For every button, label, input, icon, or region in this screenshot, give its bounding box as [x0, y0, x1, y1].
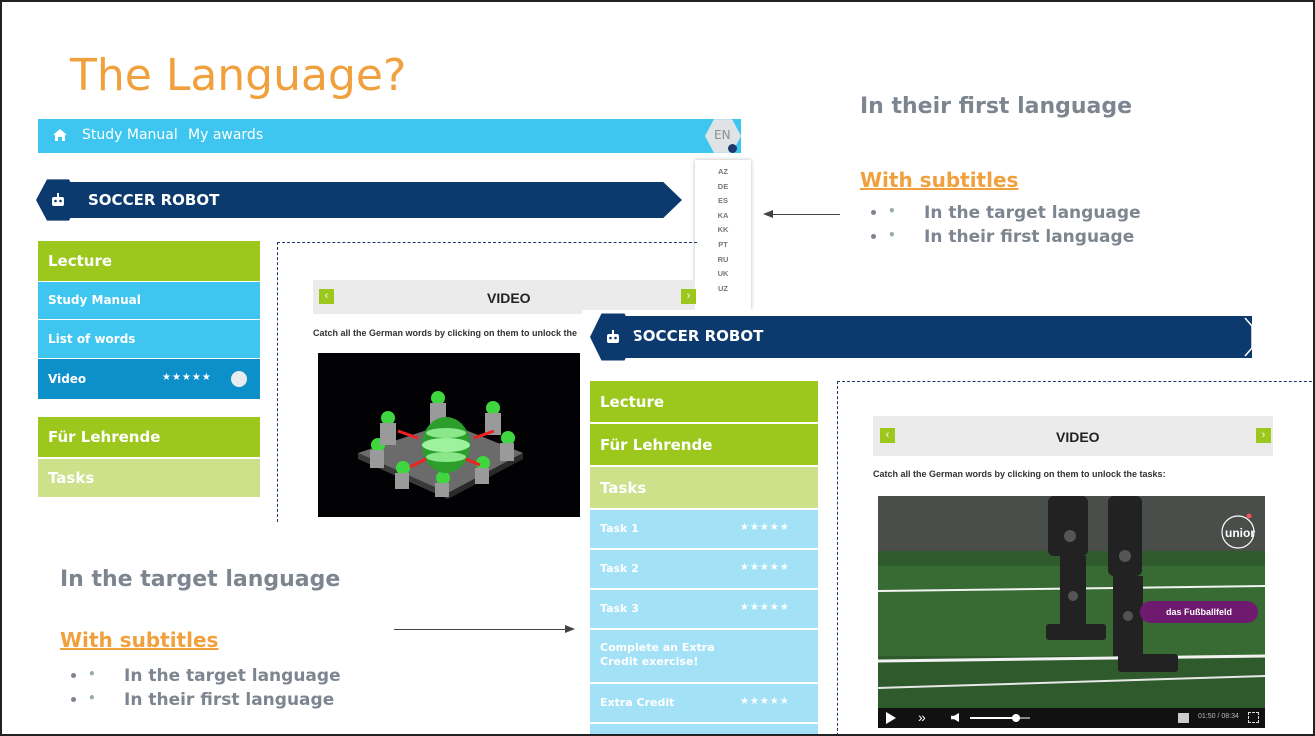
video-instruction: Catch all the German words by clicking o…: [873, 469, 1166, 479]
course-title: SOCCER ROBOT: [632, 327, 764, 345]
video-header: ‹ VIDEO ›: [313, 280, 696, 314]
video-player[interactable]: unior das Fußballfeld » 01:50 / 08:34: [878, 496, 1265, 728]
language-code: EN: [714, 128, 731, 142]
sidebar-item-task-3[interactable]: Task 3 ★★★★★: [590, 590, 818, 628]
sidebar-item-label: Lecture: [48, 252, 113, 270]
language-option[interactable]: RU: [695, 255, 751, 266]
sidebar-item-study-manual[interactable]: Study Manual: [38, 282, 260, 319]
rating-stars: ★★★★★: [740, 696, 790, 707]
left-subtitles-heading: With subtitles: [60, 628, 219, 652]
volume-level: [970, 717, 1015, 719]
video-controls: » 01:50 / 08:34: [878, 708, 1265, 728]
list-item: •In the target language: [888, 203, 1141, 223]
left-heading: In the target language: [60, 567, 341, 592]
course-banner: SOCCER ROBOT: [612, 316, 1253, 358]
nav-study-manual[interactable]: Study Manual: [82, 127, 178, 143]
robot-icon: [52, 193, 64, 206]
sidebar-item-lecture[interactable]: Lecture: [38, 241, 260, 281]
sidebar-item-extra-credit[interactable]: Extra Credit ★★★★★: [590, 684, 818, 722]
list-item: •In the target language: [88, 666, 341, 686]
next-button[interactable]: ›: [681, 289, 696, 304]
arrow-line-top: [772, 214, 840, 215]
language-option[interactable]: PT: [695, 240, 751, 251]
video-instruction: Catch all the German words by clicking o…: [313, 328, 578, 338]
rating-stars: ★★★★★: [162, 372, 212, 383]
language-option[interactable]: UK: [695, 269, 751, 280]
home-icon[interactable]: [52, 127, 68, 143]
progress-circle-icon: [231, 371, 247, 387]
play-icon[interactable]: [886, 712, 896, 724]
time-display: 01:50 / 08:34: [1198, 713, 1239, 720]
slide: The Language? In their first language Wi…: [0, 0, 1315, 736]
sidebar-item-label: Tasks: [48, 469, 95, 487]
arrow-head-bottom: [565, 625, 575, 633]
previous-button[interactable]: ‹: [319, 289, 334, 304]
previous-button[interactable]: ‹: [880, 428, 895, 443]
language-option[interactable]: ES: [695, 196, 751, 207]
sidebar-item-label: Für Lehrende: [600, 436, 713, 454]
sidebar-item-task-2[interactable]: Task 2 ★★★★★: [590, 550, 818, 588]
sidebar-item-extra-exercise[interactable]: Complete an Extra Credit exercise!: [590, 630, 818, 682]
sidebar-item-label: Video: [48, 372, 87, 386]
sidebar-item-label: Tasks: [600, 479, 647, 497]
sidebar-item-label: Task 2: [600, 562, 639, 575]
right-bullet-list: •In the target language •In their first …: [888, 203, 1141, 251]
sidebar-item-label: Extra Credit: [600, 696, 675, 709]
language-dropdown: AZ DE ES KA KK PT RU UK UZ: [695, 160, 751, 310]
rating-stars: ★★★★★: [740, 522, 790, 533]
rating-stars: ★★★★★: [740, 562, 790, 573]
volume-icon[interactable]: [951, 713, 959, 722]
language-option[interactable]: DE: [695, 182, 751, 193]
top-nav-bar: Study Manual My awards: [38, 119, 741, 153]
list-item: •In their first language: [888, 227, 1141, 247]
subtitle-word[interactable]: das Fußballfeld: [1140, 601, 1258, 623]
video-label: VIDEO: [487, 290, 531, 306]
right-heading: In their first language: [860, 94, 1133, 119]
sidebar-item-label: Lecture: [600, 393, 665, 411]
rating-stars: ★★★★★: [740, 602, 790, 613]
language-option[interactable]: AZ: [695, 167, 751, 178]
sidebar-item-video[interactable]: Video ★★★★★: [38, 359, 260, 399]
video-header: ‹ VIDEO ›: [873, 416, 1273, 456]
sidebar-item-partial: [590, 724, 818, 734]
course-title: SOCCER ROBOT: [88, 191, 220, 209]
sidebar-item-label: List of words: [48, 332, 136, 346]
next-button[interactable]: ›: [1256, 428, 1271, 443]
sidebar-item-task-1[interactable]: Task 1 ★★★★★: [590, 510, 818, 548]
robot-model-image: [358, 391, 523, 499]
language-option[interactable]: KA: [695, 211, 751, 222]
robot-icon: [607, 330, 619, 343]
subtitles-icon[interactable]: [1178, 713, 1189, 723]
volume-handle[interactable]: [1012, 714, 1020, 722]
list-item: •In their first language: [88, 690, 341, 710]
sidebar-item-label: Study Manual: [48, 293, 141, 307]
sidebar-item-lecture[interactable]: Lecture: [590, 381, 818, 422]
junior-logo: unior: [1225, 526, 1255, 540]
banner-edge-decor: [1244, 317, 1253, 357]
sidebar-item-tasks[interactable]: Tasks: [38, 459, 260, 497]
chevron-down-icon[interactable]: [728, 144, 737, 153]
right-subtitles-heading: With subtitles: [860, 168, 1019, 192]
slide-title: The Language?: [70, 50, 407, 101]
sidebar-item-label: Task 3: [600, 602, 639, 615]
sidebar-item-label: Complete an Extra Credit exercise!: [600, 641, 715, 668]
arrow-line-bottom: [394, 629, 566, 630]
nav-my-awards[interactable]: My awards: [188, 127, 263, 143]
arrow-head-top: [763, 210, 773, 218]
sidebar-item-label: Für Lehrende: [48, 428, 161, 446]
fast-forward-icon[interactable]: »: [918, 709, 926, 725]
fullscreen-icon[interactable]: [1248, 712, 1259, 723]
language-option[interactable]: KK: [695, 225, 751, 236]
sidebar-item-tasks[interactable]: Tasks: [590, 467, 818, 508]
left-bullet-list: •In the target language •In their first …: [88, 666, 341, 714]
language-option[interactable]: UZ: [695, 284, 751, 295]
course-banner: SOCCER ROBOT: [58, 182, 682, 218]
sidebar-item-fur-lehrende[interactable]: Für Lehrende: [38, 417, 260, 457]
sidebar-item-fur-lehrende[interactable]: Für Lehrende: [590, 424, 818, 465]
video-player[interactable]: [318, 353, 580, 517]
sidebar-item-label: Task 1: [600, 522, 639, 535]
second-screenshot: SOCCER ROBOT Lecture Für Lehrende Tasks …: [582, 310, 1313, 734]
sidebar-item-list-of-words[interactable]: List of words: [38, 320, 260, 358]
video-label: VIDEO: [1056, 429, 1100, 445]
